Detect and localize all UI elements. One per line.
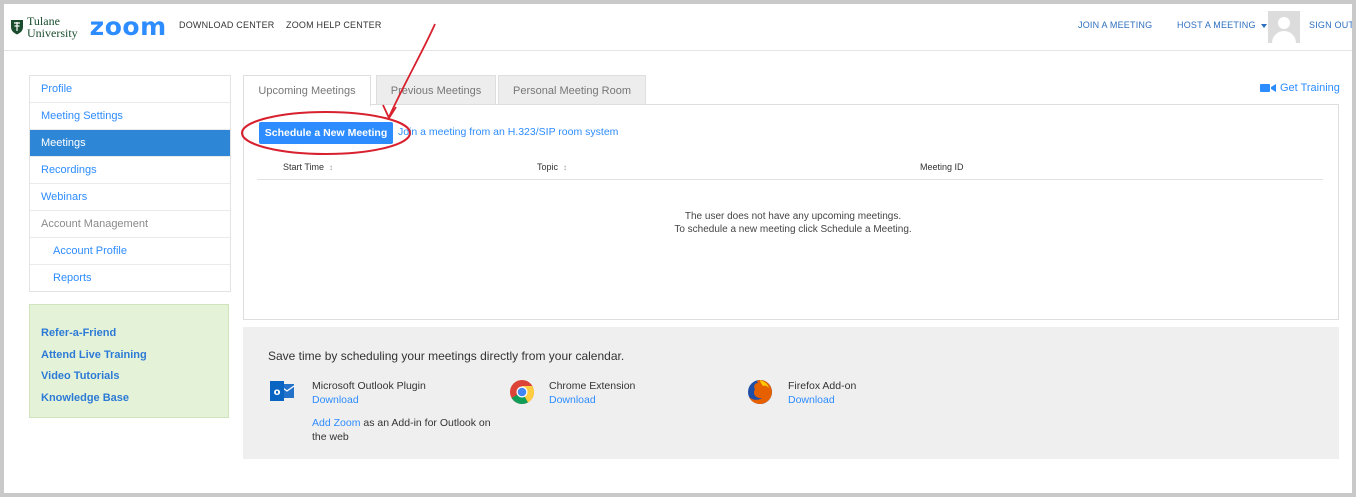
add-zoom-link[interactable]: Add Zoom [312, 417, 360, 429]
brand[interactable]: Tulane University zoom [10, 10, 167, 44]
calendar-panel-title: Save time by scheduling your meetings di… [268, 349, 625, 363]
video-tutorials-link[interactable]: Video Tutorials [41, 366, 228, 388]
tab-previous-meetings[interactable]: Previous Meetings [376, 75, 496, 105]
outlook-plugin-name: Microsoft Outlook Plugin [312, 380, 426, 392]
attend-live-training-link[interactable]: Attend Live Training [41, 345, 228, 367]
get-training-label: Get Training [1280, 82, 1340, 94]
host-meeting-menu[interactable]: HOST A MEETING [1177, 20, 1267, 30]
column-start-time[interactable]: Start Time ↕ [283, 162, 333, 172]
firefox-icon [748, 380, 772, 404]
sign-out-link[interactable]: SIGN OUT [1309, 20, 1352, 30]
sort-icon: ↕ [563, 163, 568, 172]
column-start-time-label: Start Time [283, 162, 325, 172]
sidebar-item-account-profile[interactable]: Account Profile [30, 238, 230, 265]
zoom-logo: zoom [89, 12, 167, 41]
empty-line-1: The user does not have any upcoming meet… [684, 211, 902, 222]
chrome-download-link[interactable]: Download [549, 394, 596, 406]
tab-upcoming-meetings[interactable]: Upcoming Meetings [243, 75, 371, 106]
empty-line-2: To schedule a new meeting click Schedule… [674, 224, 912, 235]
outlook-download-link[interactable]: Download [312, 394, 359, 406]
sidebar-item-meeting-settings[interactable]: Meeting Settings [30, 103, 230, 130]
join-sip-room-link[interactable]: Join a meeting from an H.323/SIP room sy… [398, 126, 618, 138]
sidebar-item-webinars[interactable]: Webinars [30, 184, 230, 211]
tab-personal-meeting-room[interactable]: Personal Meeting Room [498, 75, 646, 105]
firefox-download-link[interactable]: Download [788, 394, 835, 406]
join-meeting-link[interactable]: JOIN A MEETING [1078, 20, 1152, 30]
sidebar-item-reports[interactable]: Reports [30, 265, 230, 291]
column-meeting-id: Meeting ID [920, 162, 964, 172]
sidebar-item-profile[interactable]: Profile [30, 76, 230, 103]
firefox-addon-name: Firefox Add-on [788, 380, 857, 392]
host-meeting-label: HOST A MEETING [1177, 20, 1256, 30]
meetings-table-header: Start Time ↕ Topic ↕ Meeting ID [257, 157, 1323, 180]
tulane-shield-icon [11, 20, 23, 35]
column-topic[interactable]: Topic ↕ [537, 162, 567, 172]
nav-download-center[interactable]: DOWNLOAD CENTER [179, 20, 275, 30]
empty-state-message: The user does not have any upcoming meet… [543, 210, 1043, 236]
sidebar-item-account-management: Account Management [30, 211, 230, 238]
chrome-extension-name: Chrome Extension [549, 380, 636, 392]
nav-help-center[interactable]: ZOOM HELP CENTER [286, 20, 382, 30]
caret-down-icon [1260, 23, 1267, 28]
avatar[interactable] [1268, 11, 1300, 43]
column-topic-label: Topic [537, 162, 559, 172]
get-training-link[interactable]: Get Training [1260, 82, 1340, 94]
top-nav: Tulane University zoom DOWNLOAD CENTER Z… [4, 4, 1352, 51]
sidebar: Profile Meeting Settings Meetings Record… [29, 75, 231, 292]
chrome-icon [510, 380, 535, 405]
refer-a-friend-link[interactable]: Refer-a-Friend [41, 323, 228, 345]
video-camera-icon [1260, 84, 1276, 93]
knowledge-base-link[interactable]: Knowledge Base [41, 388, 228, 410]
outlook-web-addin-text: Add Zoom as an Add-in for Outlook on the… [312, 416, 502, 444]
calendar-plugins-panel: Save time by scheduling your meetings di… [243, 327, 1339, 459]
help-box: Refer-a-Friend Attend Live Training Vide… [29, 304, 229, 418]
university-logo-text: Tulane University [27, 15, 78, 39]
sort-icon: ↕ [329, 163, 334, 172]
avatar-head [1278, 17, 1290, 29]
avatar-body [1272, 31, 1296, 43]
sidebar-item-recordings[interactable]: Recordings [30, 157, 230, 184]
sidebar-item-meetings[interactable]: Meetings [30, 130, 230, 157]
page: Tulane University zoom DOWNLOAD CENTER Z… [4, 4, 1352, 493]
svg-text:o: o [274, 387, 281, 398]
logo-line-university: University [27, 26, 78, 40]
outlook-icon: o [270, 381, 295, 401]
schedule-new-meeting-button[interactable]: Schedule a New Meeting [259, 122, 393, 144]
